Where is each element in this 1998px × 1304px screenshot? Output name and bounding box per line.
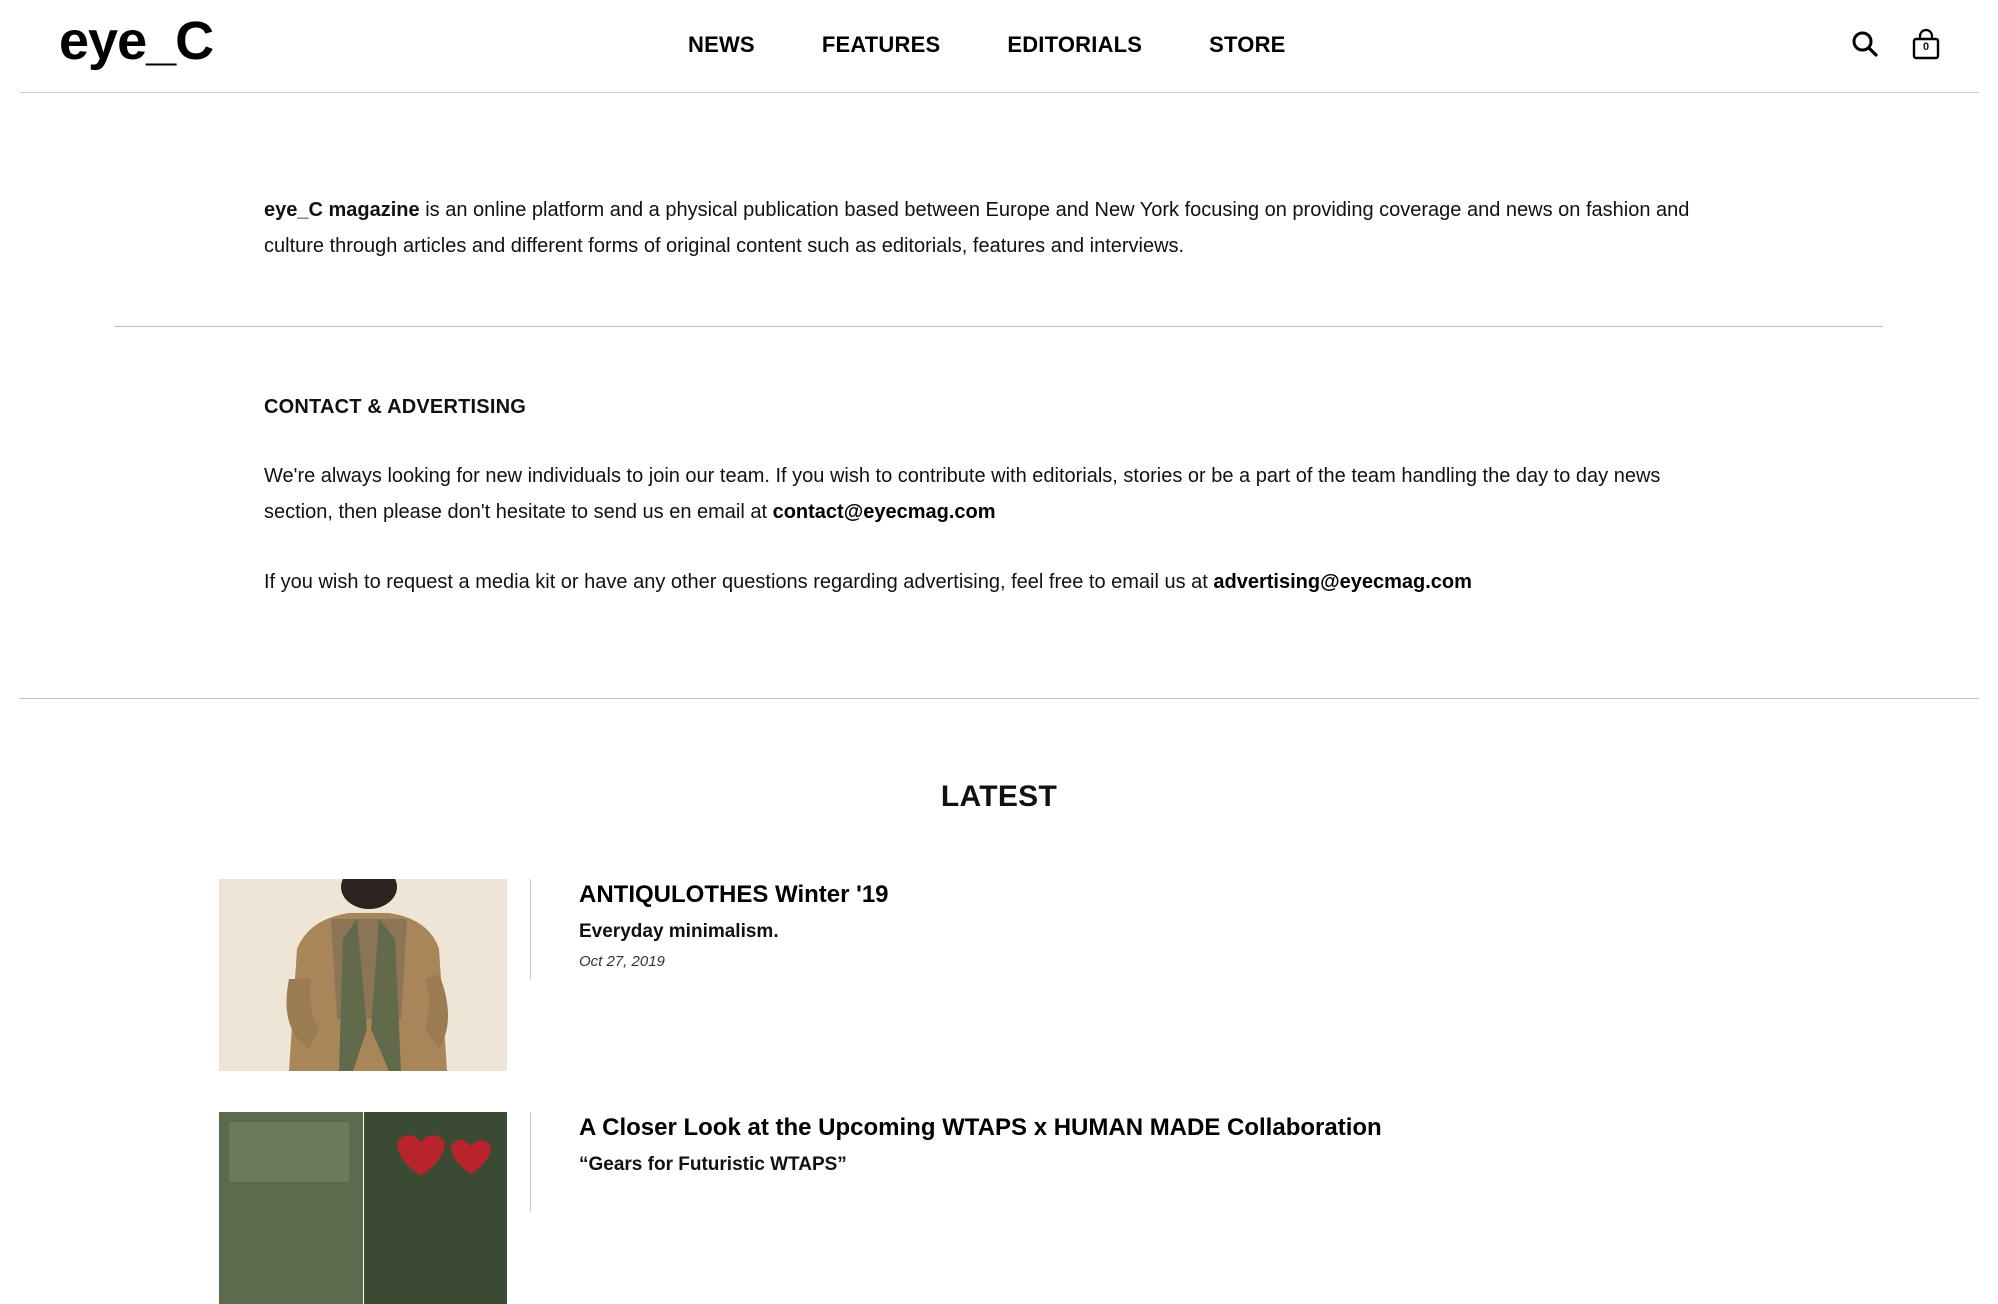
site-header: eye_C NEWS FEATURES EDITORIALS STORE 0 — [19, 0, 1979, 93]
article-divider — [530, 879, 531, 979]
nav-store[interactable]: STORE — [1209, 32, 1285, 58]
contact-paragraph: We're always looking for new individuals… — [264, 458, 1734, 530]
cart-count-badge: 0 — [1922, 41, 1930, 53]
advertising-paragraph: If you wish to request a media kit or ha… — [264, 564, 1734, 600]
article-subtitle: Everyday minimalism. — [579, 921, 779, 942]
article-date: Oct 27, 2019 — [579, 953, 665, 970]
section-divider — [19, 698, 1979, 699]
latest-heading: LATEST — [940, 780, 1058, 813]
article-title[interactable]: A Closer Look at the Upcoming WTAPS x HU… — [579, 1112, 1382, 1144]
nav-editorials[interactable]: EDITORIALS — [1007, 32, 1142, 58]
contact-heading: CONTACT & ADVERTISING — [264, 396, 526, 418]
about-text: eye_C magazine is an online platform and… — [264, 192, 1734, 264]
article-divider — [530, 1112, 531, 1212]
nav-news[interactable]: NEWS — [688, 32, 755, 58]
nav-features[interactable]: FEATURES — [822, 32, 941, 58]
advertising-email-link[interactable]: advertising@eyecmag.com — [1213, 571, 1472, 593]
article-text: ANTIQULOTHES Winter '19 Everyday minimal… — [579, 879, 889, 970]
search-icon[interactable] — [1851, 30, 1881, 62]
shopping-bag-icon[interactable]: 0 — [1912, 28, 1942, 60]
article-thumbnail[interactable] — [219, 879, 507, 1071]
about-description: is an online platform and a physical pub… — [264, 199, 1690, 257]
article-thumbnail[interactable] — [219, 1112, 507, 1304]
section-divider — [114, 326, 1883, 327]
advertising-paragraph-text: If you wish to request a media kit or ha… — [264, 571, 1214, 593]
main-nav: NEWS FEATURES EDITORIALS STORE — [688, 32, 1286, 58]
contact-email-link[interactable]: contact@eyecmag.com — [773, 501, 996, 523]
article-text: A Closer Look at the Upcoming WTAPS x HU… — [579, 1112, 1382, 1178]
brand-name: eye_C magazine — [264, 199, 420, 221]
article-title[interactable]: ANTIQULOTHES Winter '19 — [579, 879, 889, 911]
site-logo[interactable]: eye_C — [59, 10, 214, 72]
article-subtitle: “Gears for Futuristic WTAPS” — [579, 1154, 847, 1175]
